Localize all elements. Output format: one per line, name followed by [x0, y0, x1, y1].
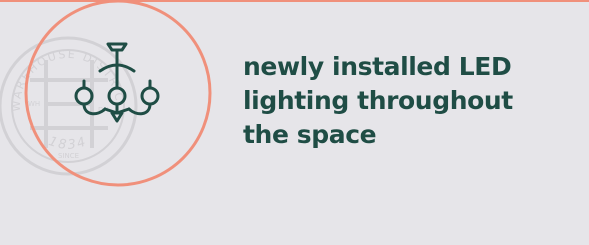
feature-card: WAREHOUSE DISTRICT 1834 WH DH SINCE: [0, 0, 589, 245]
chandelier-icon: [74, 42, 160, 123]
feature-line-3: the space: [243, 120, 377, 149]
feature-line-2: lighting throughout: [243, 86, 513, 115]
feature-description: newly installed LED lighting throughout …: [243, 50, 583, 152]
feature-line-1: newly installed LED: [243, 52, 512, 81]
